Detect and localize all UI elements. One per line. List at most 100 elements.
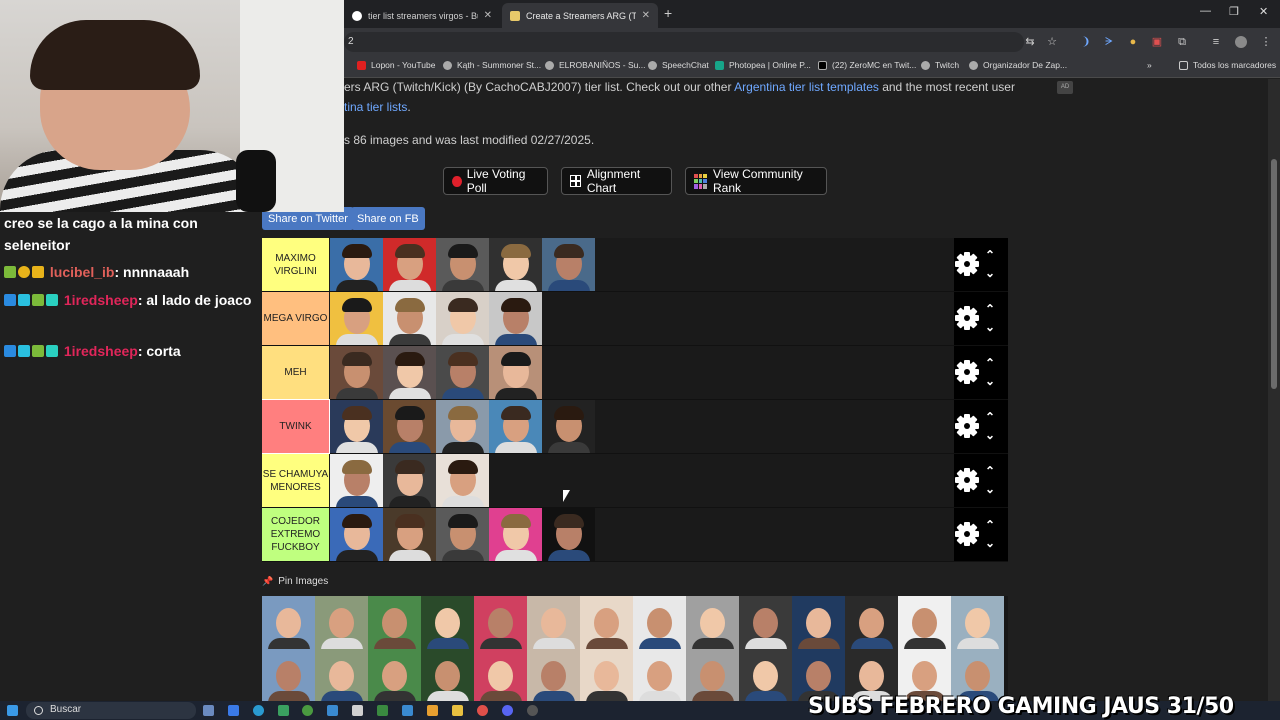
- streamer-image[interactable]: [489, 400, 542, 453]
- tier-label[interactable]: MEH: [262, 346, 329, 399]
- pool-image[interactable]: [474, 596, 527, 649]
- streamer-image[interactable]: [436, 292, 489, 345]
- app-icon[interactable]: [352, 705, 363, 716]
- bookmarks-folder[interactable]: Todos los marcadores: [1179, 60, 1276, 70]
- pool-image[interactable]: [739, 596, 792, 649]
- app-icon[interactable]: [427, 705, 438, 716]
- streamer-image[interactable]: [383, 238, 436, 291]
- streamer-image[interactable]: [383, 346, 436, 399]
- pool-image[interactable]: [633, 596, 686, 649]
- media-icon[interactable]: ≡: [1210, 36, 1222, 48]
- task-view-icon[interactable]: [203, 705, 214, 716]
- pool-image[interactable]: [951, 596, 1004, 649]
- gear-icon[interactable]: [955, 522, 979, 546]
- folder-icon[interactable]: [452, 705, 463, 716]
- tier-label[interactable]: TWINK: [261, 399, 330, 454]
- pool-image[interactable]: [845, 596, 898, 649]
- streamer-image[interactable]: [436, 454, 489, 507]
- gear-icon[interactable]: [955, 468, 979, 492]
- gear-icon[interactable]: [955, 252, 979, 276]
- pool-image[interactable]: [262, 649, 315, 702]
- streamer-image[interactable]: [436, 238, 489, 291]
- address-bar[interactable]: 2: [344, 32, 1024, 52]
- share-fb-button[interactable]: Share on FB: [351, 207, 425, 230]
- pool-image[interactable]: [315, 649, 368, 702]
- ad-badge[interactable]: AD: [1057, 81, 1073, 94]
- chevron-right-icon[interactable]: »: [1147, 60, 1152, 70]
- streamer-image[interactable]: [489, 292, 542, 345]
- app-icon[interactable]: [377, 705, 388, 716]
- chevron-up-icon[interactable]: ⌃: [985, 519, 995, 531]
- pool-image[interactable]: [421, 649, 474, 702]
- streamer-image[interactable]: [542, 400, 595, 453]
- pool-image[interactable]: [739, 649, 792, 702]
- streamer-image[interactable]: [330, 454, 383, 507]
- pool-image[interactable]: [633, 649, 686, 702]
- pool-image[interactable]: [368, 596, 421, 649]
- chat-username[interactable]: 1iredsheep: [64, 292, 138, 308]
- puzzle-icon[interactable]: ⧉: [1176, 36, 1188, 48]
- pool-image[interactable]: [474, 649, 527, 702]
- pool-image[interactable]: [421, 596, 474, 649]
- copilot-icon[interactable]: [228, 705, 239, 716]
- bookmark-item[interactable]: Photopea | Online P...: [715, 60, 811, 70]
- close-icon[interactable]: ✕: [642, 10, 650, 21]
- streamer-image[interactable]: [383, 508, 436, 561]
- chevron-down-icon[interactable]: ⌄: [985, 429, 995, 441]
- tier-label[interactable]: MAXIMO VIRGLINI: [262, 238, 329, 291]
- bookmark-item[interactable]: Kąth - Summoner St...: [443, 60, 541, 70]
- streamer-image[interactable]: [489, 508, 542, 561]
- chevron-down-icon[interactable]: ⌄: [985, 537, 995, 549]
- chevron-down-icon[interactable]: ⌄: [985, 375, 995, 387]
- streamer-image[interactable]: [436, 346, 489, 399]
- templates-link[interactable]: Argentina tier list templates: [734, 80, 879, 94]
- tier-label[interactable]: SE CHAMUYA MENORES: [262, 454, 329, 507]
- pool-image[interactable]: [686, 649, 739, 702]
- streamer-image[interactable]: [383, 454, 436, 507]
- chrome-icon[interactable]: [477, 705, 488, 716]
- streamer-image[interactable]: [330, 400, 383, 453]
- pool-image[interactable]: [898, 596, 951, 649]
- streamer-image[interactable]: [489, 238, 542, 291]
- extension-icon[interactable]: ❩: [1080, 36, 1092, 48]
- streamer-image[interactable]: [383, 292, 436, 345]
- pool-image[interactable]: [527, 596, 580, 649]
- extension-icon[interactable]: ᗒ: [1103, 36, 1115, 48]
- streamer-image[interactable]: [436, 400, 489, 453]
- streamer-image[interactable]: [330, 346, 383, 399]
- tier-label[interactable]: MEGA VIRGO: [262, 292, 329, 345]
- new-tab-button[interactable]: +: [664, 5, 672, 21]
- avatar[interactable]: [1235, 36, 1247, 48]
- tab-tierlist[interactable]: Create a Streamers ARG (Twitch/ ✕: [502, 3, 658, 28]
- pool-image[interactable]: [792, 596, 845, 649]
- menu-icon[interactable]: ⋮: [1260, 36, 1272, 48]
- chevron-up-icon[interactable]: ⌃: [985, 249, 995, 261]
- app-icon[interactable]: [327, 705, 338, 716]
- restore-icon[interactable]: ❐: [1229, 5, 1239, 18]
- pool-image[interactable]: [686, 596, 739, 649]
- streamer-image[interactable]: [489, 346, 542, 399]
- gear-icon[interactable]: [955, 414, 979, 438]
- xbox-icon[interactable]: [302, 705, 313, 716]
- chat-username[interactable]: lucibel_ib: [50, 264, 115, 280]
- streamer-image[interactable]: [330, 508, 383, 561]
- tier-label[interactable]: COJEDOR EXTREMO FUCKBOY: [262, 508, 329, 561]
- alignment-chart-button[interactable]: Alignment Chart: [561, 167, 672, 195]
- start-icon[interactable]: [7, 705, 18, 716]
- community-rank-button[interactable]: View Community Rank: [685, 167, 827, 195]
- streamer-image[interactable]: [542, 508, 595, 561]
- tab-search[interactable]: tier list streamers virgos - Busca ✕: [344, 3, 500, 28]
- discord-icon[interactable]: [502, 705, 513, 716]
- app-icon[interactable]: [402, 705, 413, 716]
- streamer-image[interactable]: [330, 238, 383, 291]
- app-icon[interactable]: [278, 705, 289, 716]
- chevron-up-icon[interactable]: ⌃: [985, 411, 995, 423]
- chat-username[interactable]: 1iredsheep: [64, 343, 138, 359]
- chevron-up-icon[interactable]: ⌃: [985, 465, 995, 477]
- streamer-image[interactable]: [542, 238, 595, 291]
- pin-images-toggle[interactable]: 📌 Pin Images: [262, 576, 328, 587]
- live-voting-button[interactable]: Live Voting Poll: [443, 167, 548, 195]
- pool-image[interactable]: [580, 649, 633, 702]
- minimize-icon[interactable]: —: [1200, 5, 1211, 17]
- pool-image[interactable]: [262, 596, 315, 649]
